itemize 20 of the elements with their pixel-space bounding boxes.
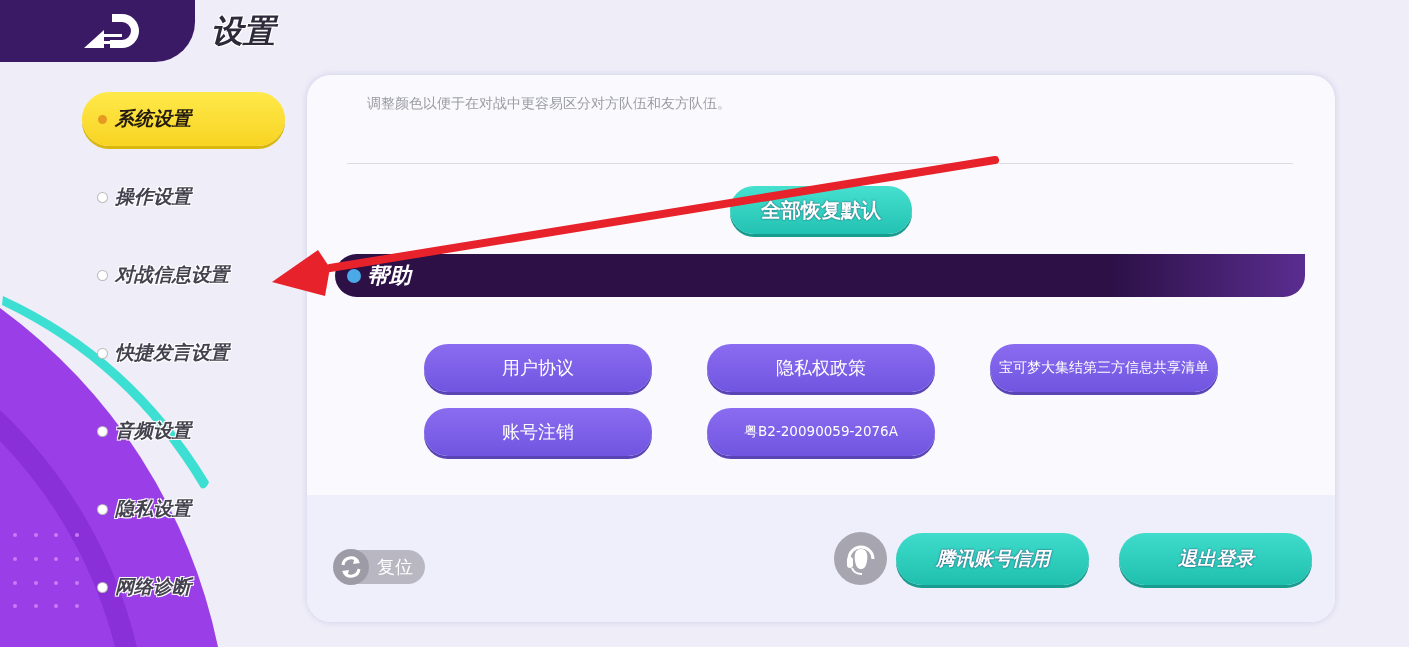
bullet-icon [98,270,107,280]
sidebar-item[interactable]: 操作设置 [82,170,197,224]
help-link-button[interactable]: 隐私权政策 [707,344,935,392]
bullet-icon [98,348,107,358]
help-link-button[interactable]: 宝可梦大集结第三方信息共享清单 [990,344,1218,392]
sidebar-item[interactable]: 对战信息设置 [82,248,235,302]
sidebar-item[interactable]: 快捷发言设置 [82,326,235,380]
help-link-button[interactable]: 账号注销 [424,408,652,456]
bullet-icon [98,114,107,124]
help-link-button[interactable]: 粤B2-20090059-2076A [707,408,935,456]
ball-icon [347,268,361,283]
bullet-icon [98,582,107,592]
section-title: 帮助 [367,261,411,290]
sidebar-item[interactable]: 系统设置 [82,92,285,146]
bullet-icon [98,504,107,514]
description-text: 调整颜色以便于在对战中更容易区分对方队伍和友方队伍。 [367,95,732,113]
back-button[interactable] [0,0,195,62]
help-link-button[interactable]: 用户协议 [424,344,652,392]
bullet-icon [98,426,107,436]
bullet-icon [98,192,107,202]
